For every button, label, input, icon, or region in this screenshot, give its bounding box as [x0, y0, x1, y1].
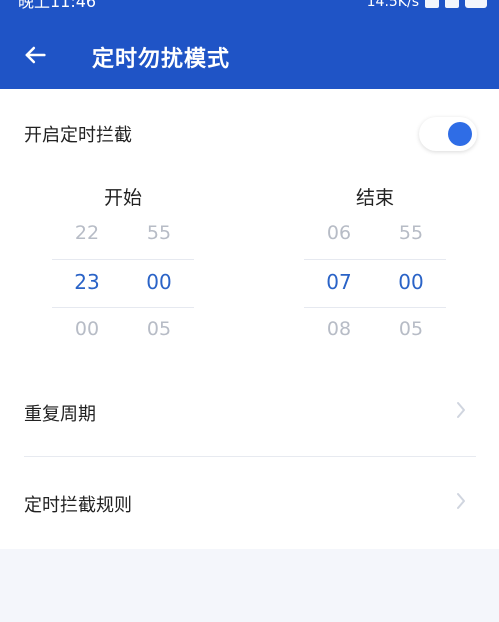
repeat-cycle-row[interactable]: 重复周期 [0, 376, 499, 446]
start-minute-prev[interactable]: 55 [124, 222, 194, 244]
end-time-title: 结束 [355, 187, 394, 209]
content-panel: 开启定时拦截 开始 22 23 00 55 00 05 结束 06 07 08 … [0, 89, 499, 549]
start-hour-selected[interactable]: 23 [52, 271, 122, 293]
end-minute-prev[interactable]: 55 [376, 222, 446, 244]
end-time-picker: 结束 06 07 08 55 00 05 [304, 179, 446, 349]
end-hour-selected[interactable]: 07 [304, 271, 374, 293]
start-time-title: 开始 [103, 187, 142, 209]
back-button[interactable] [12, 32, 58, 78]
start-time-picker: 开始 22 23 00 55 00 05 [52, 179, 194, 349]
network-speed: 14.5K/s [366, 0, 419, 10]
start-minutes-column[interactable]: 55 00 05 [124, 219, 194, 349]
enable-schedule-toggle[interactable] [419, 117, 477, 151]
page-title: 定时勿扰模式 [92, 47, 231, 72]
start-time-wheel[interactable]: 22 23 00 55 00 05 [52, 219, 194, 349]
chevron-right-icon [457, 493, 465, 509]
enable-schedule-row: 开启定时拦截 [0, 89, 499, 179]
repeat-cycle-label: 重复周期 [24, 404, 96, 425]
list-divider [24, 456, 476, 457]
start-hours-column[interactable]: 22 23 00 [52, 219, 122, 349]
start-minute-next[interactable]: 05 [124, 318, 194, 340]
end-minute-next[interactable]: 05 [376, 318, 446, 340]
arrow-left-icon [25, 46, 46, 64]
wifi-icon [445, 0, 459, 8]
end-hour-prev[interactable]: 06 [304, 222, 374, 244]
start-minute-selected[interactable]: 00 [124, 271, 194, 293]
enable-schedule-label: 开启定时拦截 [24, 125, 132, 146]
battery-icon [465, 0, 487, 8]
block-rules-row[interactable]: 定时拦截规则 [0, 467, 499, 537]
status-time: 晚上11:46 [18, 0, 97, 11]
chevron-right-icon [457, 402, 465, 418]
start-hour-next[interactable]: 00 [52, 318, 122, 340]
end-time-wheel[interactable]: 06 07 08 55 00 05 [304, 219, 446, 349]
status-right: 14.5K/s [367, 0, 487, 10]
toggle-knob [448, 122, 472, 146]
end-hours-column[interactable]: 06 07 08 [304, 219, 374, 349]
signal-icon [425, 0, 439, 8]
header: 晚上11:46 14.5K/s 定时勿扰模式 [0, 0, 499, 89]
app-bar: 定时勿扰模式 [0, 22, 499, 89]
end-hour-next[interactable]: 08 [304, 318, 374, 340]
block-rules-label: 定时拦截规则 [24, 495, 132, 516]
status-bar: 晚上11:46 14.5K/s [0, 0, 499, 22]
start-hour-prev[interactable]: 22 [52, 222, 122, 244]
end-minutes-column[interactable]: 55 00 05 [376, 219, 446, 349]
end-minute-selected[interactable]: 00 [376, 271, 446, 293]
